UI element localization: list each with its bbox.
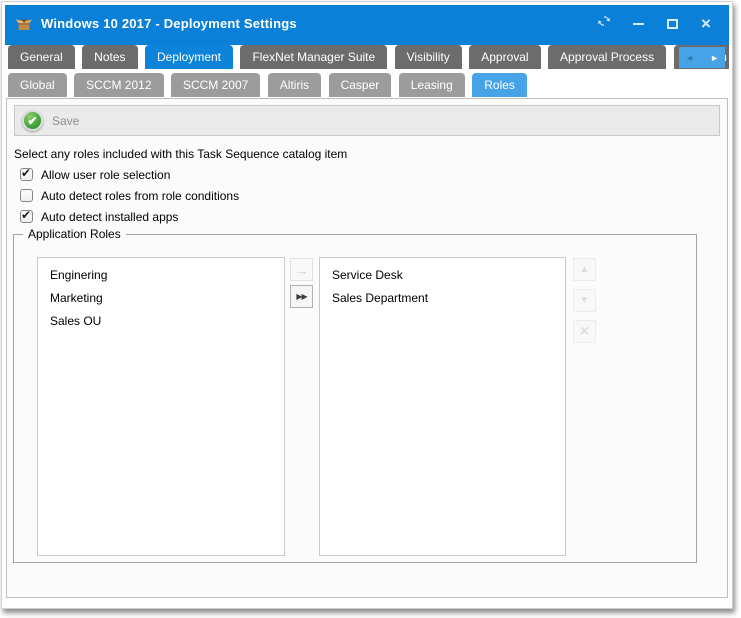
checkbox-row-allow-user-role: ✔ Allow user role selection [20,164,727,185]
minimize-icon [633,23,644,25]
maximize-icon [667,19,678,29]
titlebar: Windows 10 2017 - Deployment Settings [5,5,729,42]
list-order-buttons: ▲ ▼ × [573,258,596,343]
selected-role-item[interactable]: Sales Department [320,287,565,310]
scroll-right-icon[interactable]: ► [710,53,719,63]
maximize-button[interactable] [659,12,685,36]
checkmark-icon: ✔ [21,166,31,180]
save-label: Save [52,114,79,128]
subtab-global[interactable]: Global [8,73,67,97]
move-up-button[interactable]: ▲ [573,258,596,281]
selected-roles-list[interactable]: Service Desk Sales Department [319,257,566,556]
groupbox-label: Application Roles [23,227,126,241]
tab-notes[interactable]: Notes [82,45,137,69]
checkbox-label[interactable]: Auto detect roles from role conditions [41,189,239,203]
application-roles-groupbox: Application Roles Enginering Marketing S… [13,227,697,563]
save-button[interactable]: ✔ Save [22,110,79,131]
checkbox-auto-detect-roles[interactable]: ✔ [20,189,33,202]
tab-approval-process[interactable]: Approval Process [548,45,666,69]
close-button[interactable]: × [693,12,719,36]
available-role-item[interactable]: Sales OU [38,310,284,333]
subtab-leasing[interactable]: Leasing [399,73,465,97]
move-right-button[interactable]: → [290,258,313,281]
checkbox-auto-detect-installed-apps[interactable]: ✔ [20,210,33,223]
move-all-right-button[interactable]: ▶▶ [290,285,313,308]
arrow-up-icon: ▲ [580,265,590,275]
subtab-roles[interactable]: Roles [472,73,527,97]
window-title: Windows 10 2017 - Deployment Settings [41,16,297,31]
tab-approval[interactable]: Approval [469,45,540,69]
refresh-icon [597,14,611,33]
available-roles-list[interactable]: Enginering Marketing Sales OU [37,257,285,556]
deployment-settings-dialog: Windows 10 2017 - Deployment Settings [1,1,733,609]
scroll-left-icon[interactable]: ◄ [685,53,694,63]
available-role-item[interactable]: Marketing [38,287,284,310]
tab-general[interactable]: General [8,45,75,69]
checkmark-icon: ✔ [21,208,31,222]
checkbox-label[interactable]: Allow user role selection [41,168,170,182]
window-controls: × [591,12,719,36]
arrow-down-icon: ▼ [580,296,590,306]
tab-visibility[interactable]: Visibility [395,45,462,69]
transfer-buttons: → ▶▶ [290,258,313,308]
save-check-glyph: ✔ [27,114,37,128]
save-toolbar: ✔ Save [14,105,720,136]
tab-scroll-control[interactable]: ◄ ► [679,47,725,68]
checkbox-allow-user-role-selection[interactable]: ✔ [20,168,33,181]
content-panel: ✔ Save Select any roles included with th… [6,98,728,598]
refresh-button[interactable] [591,12,617,36]
subtab-altiris[interactable]: Altiris [268,73,321,97]
primary-tab-strip: General Notes Deployment FlexNet Manager… [5,42,729,70]
secondary-tab-strip: Global SCCM 2012 SCCM 2007 Altiris Caspe… [5,70,729,98]
subtab-casper[interactable]: Casper [329,73,392,97]
selected-role-item[interactable]: Service Desk [320,264,565,287]
subtab-sccm-2012[interactable]: SCCM 2012 [74,73,163,97]
subtab-sccm-2007[interactable]: SCCM 2007 [171,73,260,97]
double-arrow-right-icon: ▶▶ [296,293,306,301]
section-heading: Select any roles included with this Task… [14,147,727,161]
checkbox-row-auto-detect-roles: ✔ Auto detect roles from role conditions [20,185,727,206]
close-icon: × [701,15,711,32]
arrow-right-icon: → [295,263,309,277]
tab-deployment[interactable]: Deployment [145,45,233,69]
remove-x-icon: × [580,324,589,340]
available-role-item[interactable]: Enginering [38,264,284,287]
save-check-icon: ✔ [22,110,43,131]
package-icon [15,15,33,33]
remove-button[interactable]: × [573,320,596,343]
move-down-button[interactable]: ▼ [573,289,596,312]
tab-flexnet-manager-suite[interactable]: FlexNet Manager Suite [240,45,387,69]
checkbox-label[interactable]: Auto detect installed apps [41,210,178,224]
checkbox-row-auto-detect-apps: ✔ Auto detect installed apps [20,206,727,227]
minimize-button[interactable] [625,12,651,36]
